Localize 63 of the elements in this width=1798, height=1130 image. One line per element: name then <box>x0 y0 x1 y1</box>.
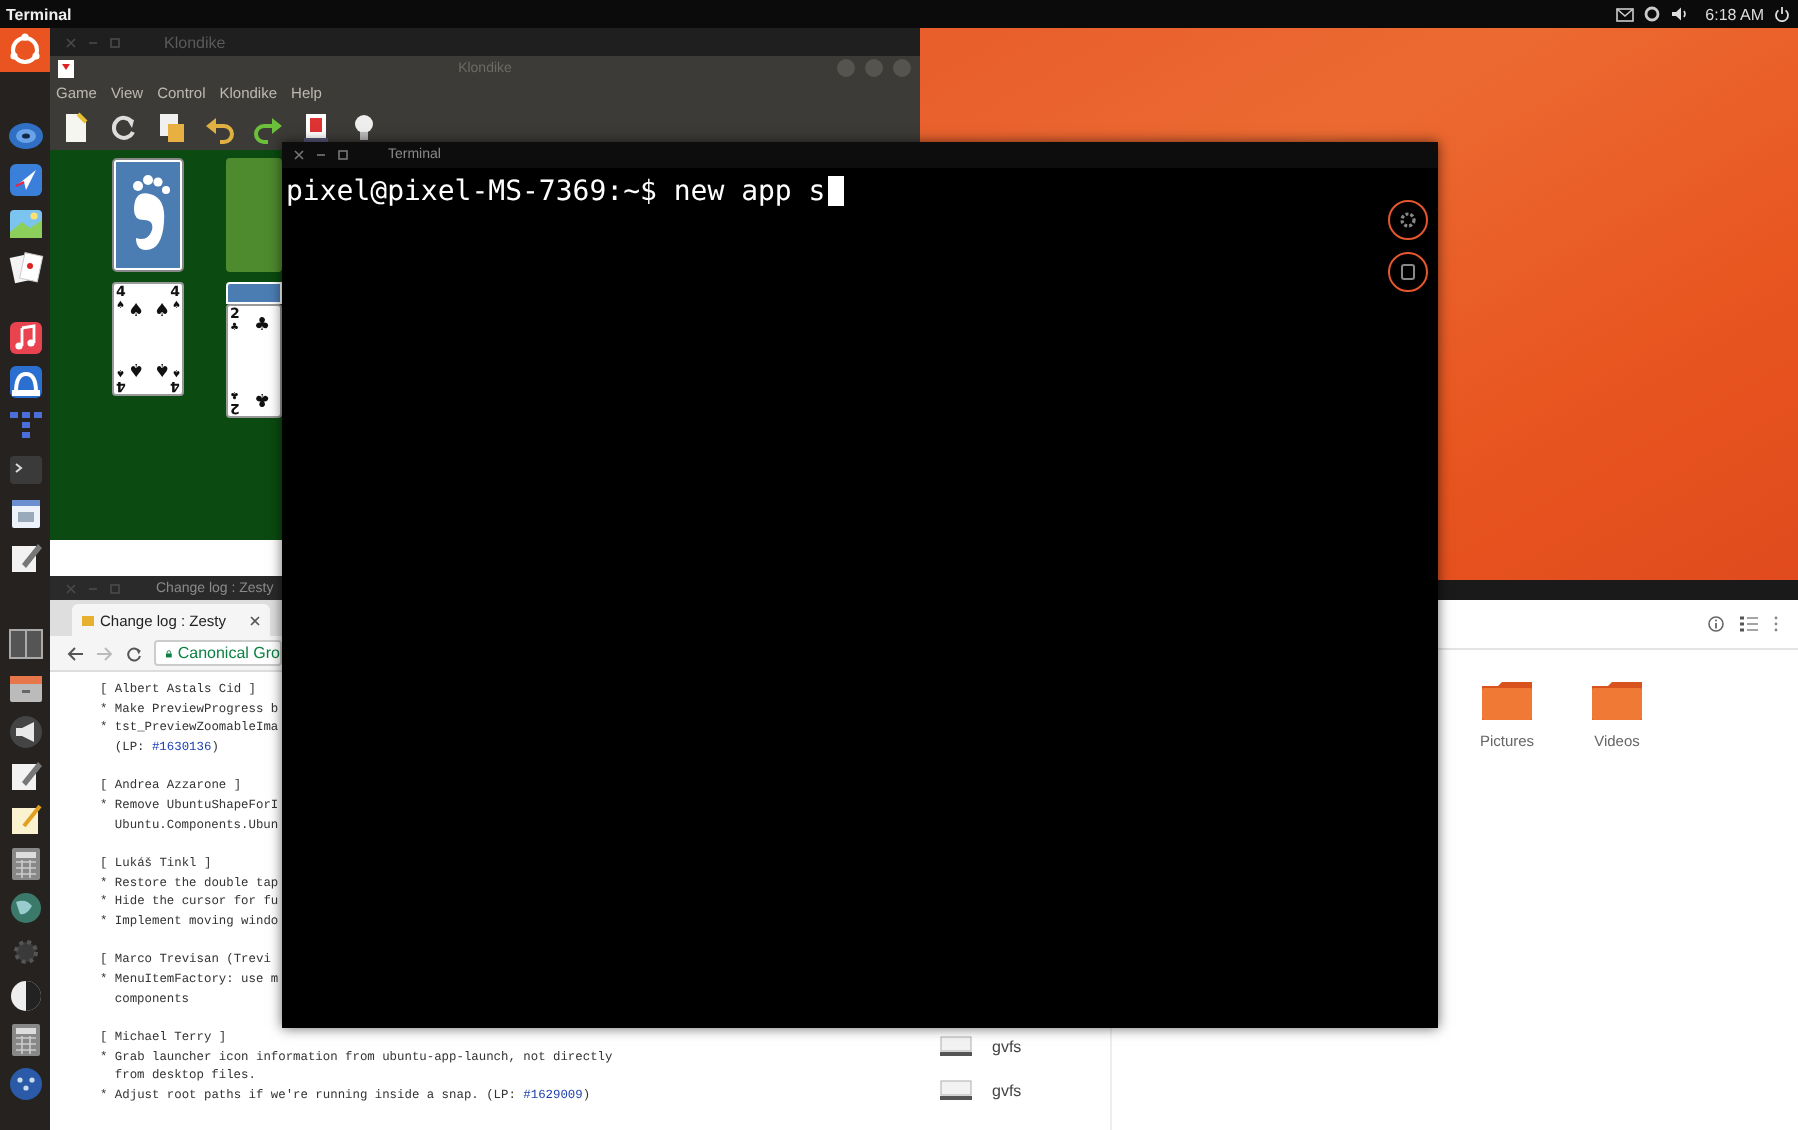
blocks-icon[interactable] <box>7 408 43 444</box>
playing-cards-icon[interactable] <box>7 250 43 286</box>
card-suit: ♠ <box>128 358 145 376</box>
stacked-pages-icon[interactable] <box>156 111 188 143</box>
sidebar-item[interactable]: gvfs <box>992 1081 1022 1099</box>
settings-button[interactable] <box>1388 200 1428 240</box>
drive-icon <box>940 1036 972 1056</box>
drawer-icon[interactable] <box>7 670 43 706</box>
card-suit: ♣ <box>254 318 271 336</box>
address-field[interactable]: Canonical Gro <box>154 640 282 666</box>
close-icon[interactable] <box>250 615 260 625</box>
notepad-icon[interactable] <box>7 802 43 838</box>
new-document-icon[interactable] <box>60 111 92 143</box>
card-suit: ♣ <box>254 388 271 406</box>
card-suit: ♠ <box>154 304 171 322</box>
square-icon <box>1398 262 1418 282</box>
calculator-icon[interactable] <box>7 846 43 882</box>
circle-logo-icon[interactable] <box>0 28 50 72</box>
close-icon[interactable] <box>294 150 304 160</box>
pencil-icon[interactable] <box>7 540 43 576</box>
dots-circle-icon[interactable] <box>7 1066 43 1102</box>
pencil-icon[interactable] <box>7 758 43 794</box>
active-app-title: Terminal <box>6 5 72 23</box>
drive-icon <box>940 1080 972 1100</box>
back-arrow-icon[interactable] <box>66 645 84 661</box>
sidebar-item[interactable]: gvfs <box>992 1037 1022 1055</box>
megaphone-icon[interactable] <box>7 714 43 750</box>
list-view-icon[interactable] <box>1740 616 1758 632</box>
two-pane-icon[interactable] <box>7 626 43 662</box>
music-note-icon[interactable] <box>7 320 43 356</box>
gear-icon <box>1398 210 1418 230</box>
reload-icon[interactable] <box>126 645 142 661</box>
paper-plane-icon[interactable] <box>7 162 43 198</box>
card-suit: ♠ <box>128 304 145 322</box>
card-suit: ♠ <box>154 358 171 376</box>
folder-icon <box>82 614 94 626</box>
card-back <box>226 282 282 304</box>
square-button[interactable] <box>1388 252 1428 292</box>
terminal-icon[interactable] <box>7 452 43 488</box>
lock-icon <box>166 647 172 659</box>
disc-icon[interactable] <box>7 118 43 154</box>
envelope-icon[interactable] <box>1615 7 1634 21</box>
globe-icon[interactable] <box>7 890 43 926</box>
info-icon[interactable] <box>1708 616 1724 632</box>
calendar-icon[interactable] <box>7 496 43 532</box>
maximize-icon[interactable] <box>338 150 348 160</box>
card-back[interactable] <box>112 158 184 272</box>
folder-icon[interactable] <box>1592 680 1642 720</box>
power-icon[interactable] <box>1774 6 1790 22</box>
photo-icon[interactable] <box>7 206 43 242</box>
card-icon <box>58 59 74 77</box>
minimize-icon[interactable] <box>316 150 326 160</box>
shopping-bag-icon[interactable] <box>7 364 43 400</box>
speaker-icon[interactable] <box>1669 6 1688 22</box>
calculator-icon[interactable] <box>7 1022 43 1058</box>
folder-icon[interactable] <box>1482 680 1532 720</box>
network-icon[interactable] <box>1643 6 1660 22</box>
refresh-icon[interactable] <box>108 111 140 143</box>
card-icon[interactable] <box>300 111 332 143</box>
ball-icon[interactable] <box>7 978 43 1014</box>
clock[interactable]: 6:18 AM <box>1705 5 1764 23</box>
window-title: Klondike <box>164 33 226 51</box>
command-line: pixel@pixel-MS-7369:~$ new app s <box>286 176 826 208</box>
